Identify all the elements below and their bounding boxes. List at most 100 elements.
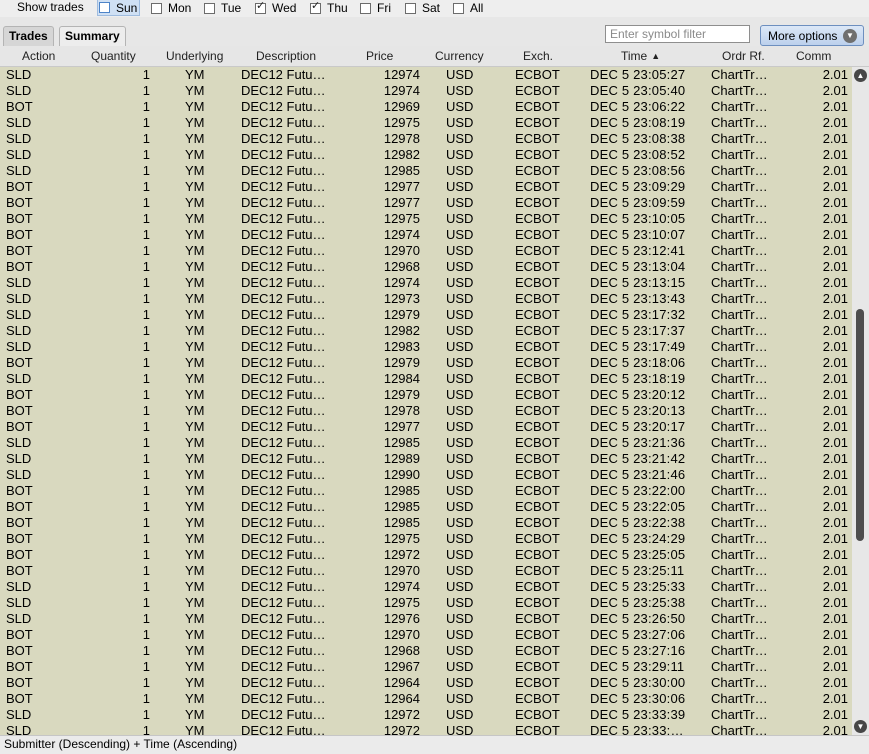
scroll-up-icon[interactable]: ▲ xyxy=(854,69,867,82)
table-row[interactable]: BOT 1 YM DEC12 Futu… 12968 USD ECBOT DEC 5 23:1… xyxy=(0,259,852,275)
tab-trades[interactable]: Trades xyxy=(3,26,54,46)
scrollbar-thumb[interactable] xyxy=(856,309,864,541)
table-row[interactable]: BOT 1 YM DEC12 Futu… 12979 USD ECBOT DEC 5 23:2… xyxy=(0,387,852,403)
cell-time: DEC 5 23:08:38 xyxy=(590,131,686,146)
column-header-price[interactable]: Price xyxy=(366,49,393,63)
table-row[interactable]: BOT 1 YM DEC12 Futu… 12969 USD ECBOT DEC 5 23:0… xyxy=(0,99,852,115)
table-row[interactable]: BOT 1 YM DEC12 Futu… 12985 USD ECBOT DEC 5 23:2… xyxy=(0,499,852,515)
table-row[interactable]: BOT 1 YM DEC12 Futu… 12975 USD ECBOT DEC 5 23:2… xyxy=(0,531,852,547)
scroll-down-icon[interactable]: ▼ xyxy=(854,720,867,733)
table-row[interactable]: BOT 1 YM DEC12 Futu… 12977 USD ECBOT DEC 5 23:0… xyxy=(0,195,852,211)
table-row[interactable]: SLD 1 YM DEC12 Futu… 12978 USD ECBOT DEC 5 23:0… xyxy=(0,131,852,147)
table-row[interactable]: SLD 1 YM DEC12 Futu… 12985 USD ECBOT DEC 5 23:0… xyxy=(0,163,852,179)
table-row[interactable]: BOT 1 YM DEC12 Futu… 12974 USD ECBOT DEC 5 23:1… xyxy=(0,227,852,243)
table-row[interactable]: BOT 1 YM DEC12 Futu… 12970 USD ECBOT DEC 5 23:2… xyxy=(0,627,852,643)
cell-underlying: YM xyxy=(185,419,205,434)
vertical-scrollbar[interactable]: ▲ ▼ xyxy=(852,67,869,735)
day-checkbox-sun[interactable]: Sun xyxy=(97,0,141,16)
table-row[interactable]: SLD 1 YM DEC12 Futu… 12982 USD ECBOT DEC 5 23:1… xyxy=(0,323,852,339)
column-header-comm[interactable]: Comm xyxy=(796,49,831,63)
day-checkbox-thu[interactable]: ✓ Thu xyxy=(310,0,348,16)
cell-currency: USD xyxy=(446,371,474,386)
cell-comm: 2.01 xyxy=(822,99,848,114)
column-header-quantity[interactable]: Quantity xyxy=(91,49,136,63)
table-row[interactable]: BOT 1 YM DEC12 Futu… 12977 USD ECBOT DEC 5 23:0… xyxy=(0,179,852,195)
table-row[interactable]: SLD 1 YM DEC12 Futu… 12975 USD ECBOT DEC 5 23:2… xyxy=(0,595,852,611)
cell-time: DEC 5 23:25:33 xyxy=(590,579,686,594)
table-row[interactable]: BOT 1 YM DEC12 Futu… 12985 USD ECBOT DEC 5 23:2… xyxy=(0,483,852,499)
column-header-ordr-rf[interactable]: Ordr Rf. xyxy=(722,49,765,63)
cell-action: BOT xyxy=(6,547,33,562)
table-row[interactable]: SLD 1 YM DEC12 Futu… 12974 USD ECBOT DEC 5 23:1… xyxy=(0,275,852,291)
cell-ordr-rf: ChartTr… xyxy=(711,83,768,98)
table-row[interactable]: SLD 1 YM DEC12 Futu… 12973 USD ECBOT DEC 5 23:1… xyxy=(0,291,852,307)
day-checkbox-all[interactable]: All xyxy=(453,0,483,16)
table-row[interactable]: BOT 1 YM DEC12 Futu… 12975 USD ECBOT DEC 5 23:1… xyxy=(0,211,852,227)
more-options-button[interactable]: More options ▼ xyxy=(760,25,864,46)
table-row[interactable]: SLD 1 YM DEC12 Futu… 12972 USD ECBOT DEC 5 23:3… xyxy=(0,707,852,723)
table-row[interactable]: SLD 1 YM DEC12 Futu… 12974 USD ECBOT DEC 5 23:0… xyxy=(0,83,852,99)
table-row[interactable]: BOT 1 YM DEC12 Futu… 12970 USD ECBOT DEC 5 23:2… xyxy=(0,563,852,579)
column-header-description[interactable]: Description xyxy=(256,49,316,63)
symbol-filter-input[interactable] xyxy=(605,25,750,43)
table-row[interactable]: SLD 1 YM DEC12 Futu… 12989 USD ECBOT DEC 5 23:2… xyxy=(0,451,852,467)
day-checkbox-fri[interactable]: Fri xyxy=(360,0,391,16)
cell-ordr-rf: ChartTr… xyxy=(711,163,768,178)
table-row[interactable]: BOT 1 YM DEC12 Futu… 12972 USD ECBOT DEC 5 23:2… xyxy=(0,547,852,563)
cell-quantity: 1 xyxy=(142,451,150,466)
cell-underlying: YM xyxy=(185,627,205,642)
table-row[interactable]: BOT 1 YM DEC12 Futu… 12968 USD ECBOT DEC 5 23:2… xyxy=(0,643,852,659)
table-row[interactable]: BOT 1 YM DEC12 Futu… 12964 USD ECBOT DEC 5 23:3… xyxy=(0,675,852,691)
table-row[interactable]: BOT 1 YM DEC12 Futu… 12978 USD ECBOT DEC 5 23:2… xyxy=(0,403,852,419)
column-header-exch[interactable]: Exch. xyxy=(523,49,553,63)
table-row[interactable]: BOT 1 YM DEC12 Futu… 12979 USD ECBOT DEC 5 23:1… xyxy=(0,355,852,371)
table-row[interactable]: SLD 1 YM DEC12 Futu… 12974 USD ECBOT DEC 5 23:2… xyxy=(0,579,852,595)
table-row[interactable]: SLD 1 YM DEC12 Futu… 12972 USD ECBOT DEC 5 23:3… xyxy=(0,723,852,735)
day-checkbox-wed[interactable]: ✓ Wed xyxy=(255,0,296,16)
table-row[interactable]: SLD 1 YM DEC12 Futu… 12976 USD ECBOT DEC 5 23:2… xyxy=(0,611,852,627)
cell-currency: USD xyxy=(446,355,474,370)
column-header-time[interactable]: Time ▲ xyxy=(621,49,660,63)
cell-ordr-rf: ChartTr… xyxy=(711,611,768,626)
cell-underlying: YM xyxy=(185,147,205,162)
table-row[interactable]: BOT 1 YM DEC12 Futu… 12970 USD ECBOT DEC 5 23:1… xyxy=(0,243,852,259)
cell-time: DEC 5 23:13:15 xyxy=(590,275,686,290)
cell-quantity: 1 xyxy=(142,531,150,546)
day-checkbox-mon[interactable]: Mon xyxy=(151,0,191,16)
cell-ordr-rf: ChartTr… xyxy=(711,627,768,642)
cell-time: DEC 5 23:27:06 xyxy=(590,627,686,642)
day-checkbox-tue[interactable]: Tue xyxy=(204,0,241,16)
cell-quantity: 1 xyxy=(142,83,150,98)
cell-underlying: YM xyxy=(185,243,205,258)
cell-price: 12982 xyxy=(383,147,420,162)
cell-ordr-rf: ChartTr… xyxy=(711,547,768,562)
cell-exch: ECBOT xyxy=(515,259,560,274)
cell-exch: ECBOT xyxy=(515,291,560,306)
cell-time: DEC 5 23:10:07 xyxy=(590,227,686,242)
column-header-currency[interactable]: Currency xyxy=(435,49,484,63)
column-header-action[interactable]: Action xyxy=(22,49,55,63)
table-row[interactable]: BOT 1 YM DEC12 Futu… 12964 USD ECBOT DEC 5 23:3… xyxy=(0,691,852,707)
day-label: Wed xyxy=(272,1,297,15)
table-row[interactable]: SLD 1 YM DEC12 Futu… 12983 USD ECBOT DEC 5 23:1… xyxy=(0,339,852,355)
column-header-underlying[interactable]: Underlying xyxy=(166,49,223,63)
cell-description: DEC12 Futu… xyxy=(241,595,326,610)
table-row[interactable]: SLD 1 YM DEC12 Futu… 12975 USD ECBOT DEC 5 23:0… xyxy=(0,115,852,131)
table-row[interactable]: SLD 1 YM DEC12 Futu… 12990 USD ECBOT DEC 5 23:2… xyxy=(0,467,852,483)
table-row[interactable]: SLD 1 YM DEC12 Futu… 12974 USD ECBOT DEC 5 23:0… xyxy=(0,67,852,83)
table-row[interactable]: BOT 1 YM DEC12 Futu… 12977 USD ECBOT DEC 5 23:2… xyxy=(0,419,852,435)
cell-price: 12985 xyxy=(383,515,420,530)
cell-currency: USD xyxy=(446,291,474,306)
table-row[interactable]: BOT 1 YM DEC12 Futu… 12985 USD ECBOT DEC 5 23:2… xyxy=(0,515,852,531)
column-header-time-label: Time xyxy=(621,49,648,63)
tab-summary[interactable]: Summary xyxy=(59,26,126,46)
table-row[interactable]: SLD 1 YM DEC12 Futu… 12982 USD ECBOT DEC 5 23:0… xyxy=(0,147,852,163)
table-row[interactable]: SLD 1 YM DEC12 Futu… 12984 USD ECBOT DEC 5 23:1… xyxy=(0,371,852,387)
cell-exch: ECBOT xyxy=(515,515,560,530)
day-checkbox-sat[interactable]: Sat xyxy=(405,0,440,16)
cell-description: DEC12 Futu… xyxy=(241,531,326,546)
table-row[interactable]: SLD 1 YM DEC12 Futu… 12985 USD ECBOT DEC 5 23:2… xyxy=(0,435,852,451)
table-row[interactable]: BOT 1 YM DEC12 Futu… 12967 USD ECBOT DEC 5 23:2… xyxy=(0,659,852,675)
cell-underlying: YM xyxy=(185,483,205,498)
table-row[interactable]: SLD 1 YM DEC12 Futu… 12979 USD ECBOT DEC 5 23:1… xyxy=(0,307,852,323)
